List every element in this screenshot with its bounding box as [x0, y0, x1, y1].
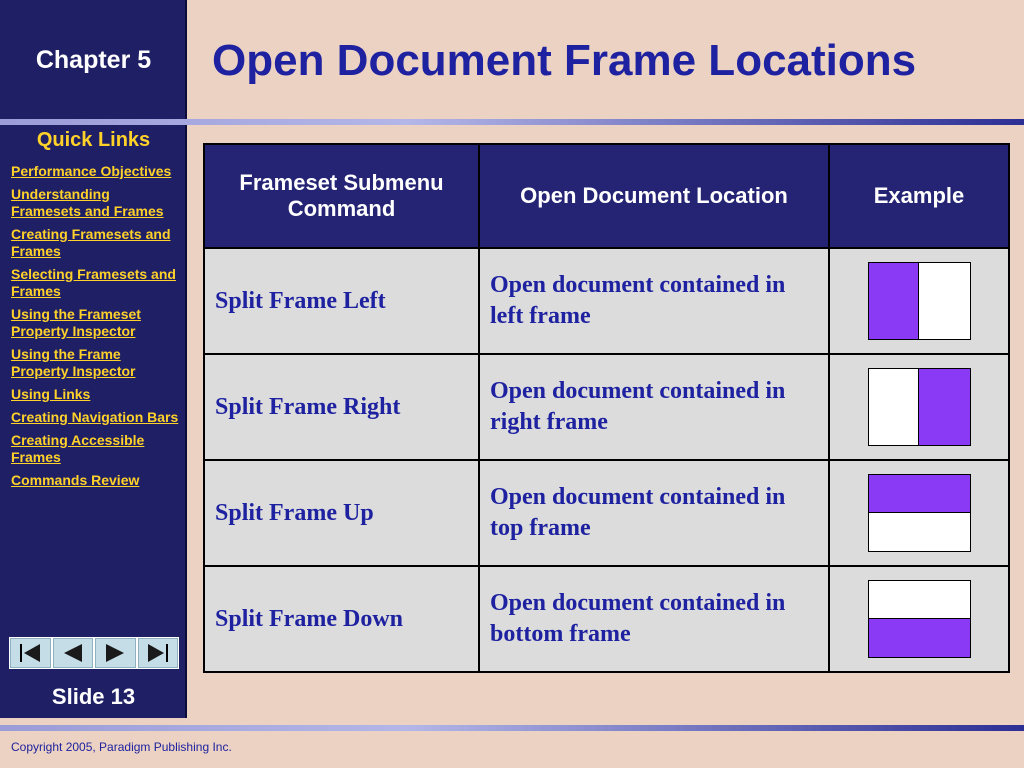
page-title: Open Document Frame Locations: [212, 36, 917, 85]
title-divider: [0, 119, 1024, 125]
first-slide-icon: [20, 644, 41, 662]
slide-number: Slide 13: [51, 684, 136, 709]
example-cell: [828, 565, 1010, 673]
copyright-text: Copyright 2005, Paradigm Publishing Inc.: [11, 740, 232, 754]
link-commands-review[interactable]: Commands Review: [11, 472, 179, 489]
frame-bottom-diagram: [867, 580, 971, 658]
link-performance-objectives[interactable]: Performance Objectives: [11, 163, 179, 180]
link-accessible-frames[interactable]: Creating Accessible Frames: [11, 432, 179, 466]
table-row: Split Frame Down Open document contained…: [203, 565, 1010, 673]
link-using-links[interactable]: Using Links: [11, 386, 179, 403]
footer-divider: [0, 725, 1024, 731]
location-cell: Open document contained in top frame: [478, 459, 830, 567]
previous-slide-icon: [63, 644, 82, 662]
command-cell: Split Frame Down: [203, 565, 480, 673]
command-cell: Split Frame Up: [203, 459, 480, 567]
frame-locations-table: Frameset Submenu Command Open Document L…: [203, 143, 1010, 673]
next-slide-icon: [106, 644, 125, 662]
table-row: Split Frame Right Open document containe…: [203, 353, 1010, 461]
frame-top-diagram: [867, 474, 971, 552]
frame-left-diagram: [867, 262, 971, 340]
chapter-label: Chapter 5: [35, 46, 152, 74]
previous-slide-button[interactable]: [52, 638, 93, 668]
header-example: Example: [828, 143, 1010, 249]
link-frameset-property-inspector[interactable]: Using the Frameset Property Inspector: [11, 306, 179, 340]
quick-links-heading: Quick Links: [36, 129, 151, 151]
location-cell: Open document contained in left frame: [478, 247, 830, 355]
link-frame-property-inspector[interactable]: Using the Frame Property Inspector: [11, 346, 179, 380]
location-cell: Open document contained in right frame: [478, 353, 830, 461]
table-header-row: Frameset Submenu Command Open Document L…: [203, 143, 1010, 249]
example-cell: [828, 353, 1010, 461]
table-row: Split Frame Left Open document contained…: [203, 247, 1010, 355]
header-command: Frameset Submenu Command: [203, 143, 480, 249]
link-understanding-framesets[interactable]: Understanding Framesets and Frames: [11, 186, 179, 220]
example-cell: [828, 459, 1010, 567]
table-row: Split Frame Up Open document contained i…: [203, 459, 1010, 567]
next-slide-button[interactable]: [95, 638, 136, 668]
link-creating-framesets[interactable]: Creating Framesets and Frames: [11, 226, 179, 260]
command-cell: Split Frame Right: [203, 353, 480, 461]
link-selecting-framesets[interactable]: Selecting Framesets and Frames: [11, 266, 179, 300]
last-slide-button[interactable]: [137, 638, 178, 668]
slide-navigation: [9, 637, 179, 669]
location-cell: Open document contained in bottom frame: [478, 565, 830, 673]
frame-right-diagram: [867, 368, 971, 446]
command-cell: Split Frame Left: [203, 247, 480, 355]
quick-links-list: Performance Objectives Understanding Fra…: [11, 163, 179, 495]
header-location: Open Document Location: [478, 143, 830, 249]
link-navigation-bars[interactable]: Creating Navigation Bars: [11, 409, 179, 426]
first-slide-button[interactable]: [10, 638, 51, 668]
sidebar: Chapter 5 Quick Links Performance Object…: [0, 0, 187, 718]
example-cell: [828, 247, 1010, 355]
last-slide-icon: [147, 644, 168, 662]
